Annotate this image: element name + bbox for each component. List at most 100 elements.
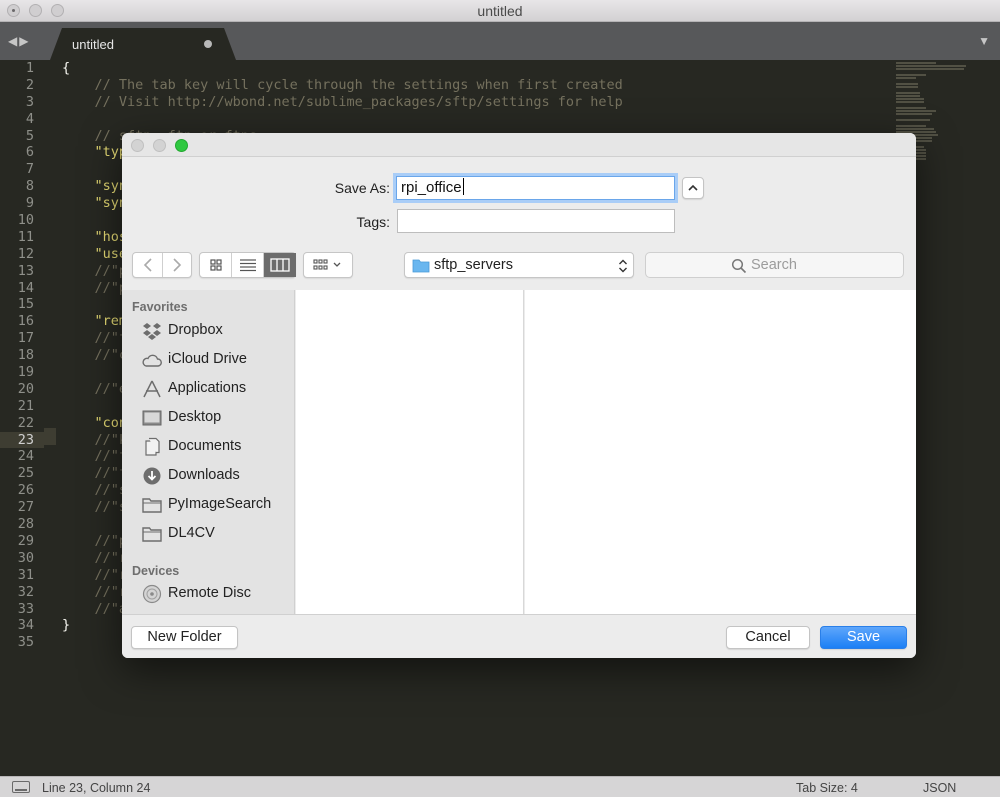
- sidebar-item-dl4cv[interactable]: DL4CV: [122, 520, 295, 548]
- back-forward-control: [132, 252, 192, 278]
- tags-input[interactable]: [397, 209, 675, 233]
- search-field[interactable]: Search: [645, 252, 904, 278]
- line-number: 6: [25, 144, 34, 161]
- sidebar-item-label: PyImageSearch: [168, 496, 272, 512]
- panel-toggle-icon[interactable]: [12, 781, 30, 793]
- new-folder-button[interactable]: New Folder: [131, 626, 238, 649]
- tab-dropdown-icon[interactable]: ▼: [978, 34, 990, 48]
- line-number: 25: [17, 465, 34, 482]
- active-line-highlight: [44, 428, 56, 445]
- status-bar: Line 23, Column 24 Tab Size: 4 JSON: [0, 776, 1000, 797]
- dialog-close-button: [131, 139, 144, 152]
- tab-untitled[interactable]: untitled: [50, 28, 236, 60]
- cloud-icon: [142, 354, 162, 367]
- save-button[interactable]: Save: [820, 626, 907, 649]
- cancel-button[interactable]: Cancel: [726, 626, 810, 649]
- window-titlebar: untitled: [0, 0, 1000, 22]
- back-button[interactable]: [133, 253, 163, 277]
- line-number: 27: [17, 499, 34, 516]
- group-by-button[interactable]: [303, 252, 353, 278]
- save-dialog: Save As: rpi_office Tags: sftp_servers S…: [122, 133, 916, 658]
- tab-size-indicator[interactable]: Tab Size: 4: [796, 781, 858, 795]
- line-number: 34: [17, 617, 34, 634]
- line-number: 8: [25, 178, 34, 195]
- search-icon: [731, 258, 747, 274]
- minimap-line: [896, 77, 916, 79]
- tab-bar: ◀▶ untitled ▼: [0, 22, 1000, 60]
- desktop-icon: [142, 410, 162, 426]
- minimap-line: [896, 125, 926, 127]
- download-icon: [143, 467, 161, 485]
- list-icon: [240, 259, 256, 272]
- line-number: 4: [25, 110, 34, 127]
- line-number: 7: [25, 161, 34, 178]
- sidebar-item-downloads[interactable]: Downloads: [122, 462, 295, 490]
- dialog-titlebar: [122, 133, 916, 157]
- line-number: 3: [25, 93, 34, 110]
- expand-dialog-button[interactable]: [682, 177, 704, 199]
- minimap-line: [896, 113, 932, 115]
- grid-icon: [210, 259, 222, 271]
- minimap-line: [896, 83, 918, 85]
- line-number: 29: [17, 532, 34, 549]
- folder-icon: [412, 259, 430, 273]
- sidebar-item-dropbox[interactable]: Dropbox: [122, 317, 295, 345]
- search-placeholder: Search: [751, 257, 797, 273]
- sidebar-item-icloud-drive[interactable]: iCloud Drive: [122, 346, 295, 374]
- dialog-zoom-button[interactable]: [175, 139, 188, 152]
- devices-header: Devices: [132, 564, 180, 578]
- minimap-line: [896, 74, 926, 76]
- sidebar-item-label: Dropbox: [168, 322, 223, 338]
- view-mode-control: [199, 252, 296, 278]
- list-view-button[interactable]: [232, 253, 264, 277]
- line-number: 16: [17, 313, 34, 330]
- minimap-line: [896, 92, 920, 94]
- minimap-line: [896, 107, 926, 109]
- documents-icon: [145, 437, 160, 456]
- tab-nav-arrows-icon[interactable]: ◀▶: [8, 34, 30, 48]
- syntax-indicator[interactable]: JSON: [923, 781, 956, 795]
- sidebar-item-remote-disc[interactable]: Remote Disc: [122, 580, 295, 608]
- tab-label: untitled: [72, 37, 114, 52]
- cursor-position: Line 23, Column 24: [42, 781, 151, 795]
- code-line: // Visit http://wbond.net/sublime_packag…: [62, 93, 623, 110]
- line-number: 33: [17, 600, 34, 617]
- sidebar-item-documents[interactable]: Documents: [122, 433, 295, 461]
- column-pane-1[interactable]: [296, 290, 524, 614]
- code-line: // The tab key will cycle through the se…: [62, 76, 623, 93]
- column-view-button[interactable]: [264, 253, 296, 277]
- sidebar-item-label: iCloud Drive: [168, 351, 247, 367]
- unsaved-dot-icon[interactable]: [204, 40, 212, 48]
- line-number: 19: [17, 364, 34, 381]
- icon-view-button[interactable]: [200, 253, 232, 277]
- up-down-chevron-icon: [619, 259, 627, 273]
- line-number-gutter: 1 2 3 4 5 6 7 8 9 10 11 12 13 14 15 16 17 18 19 20 21 22 23 24 2…: [0, 60, 44, 651]
- sidebar-item-desktop[interactable]: Desktop: [122, 404, 295, 432]
- applications-icon: [143, 380, 161, 398]
- minimap-line: [896, 98, 924, 100]
- column-pane-2[interactable]: [525, 290, 916, 614]
- save-as-label: Save As:: [334, 180, 390, 196]
- location-selector[interactable]: sftp_servers: [404, 252, 634, 278]
- minimap-line: [896, 128, 934, 130]
- dialog-bottom-bar: New Folder Cancel Save: [122, 614, 916, 658]
- line-number: 30: [17, 549, 34, 566]
- sidebar-item-pyimagesearch[interactable]: PyImageSearch: [122, 491, 295, 519]
- save-as-input[interactable]: rpi_office: [396, 176, 675, 200]
- folder-icon: [142, 527, 162, 542]
- minimap-line: [896, 65, 966, 67]
- sidebar-item-label: Documents: [168, 438, 242, 454]
- folder-icon: [142, 498, 162, 513]
- sidebar-item-applications[interactable]: Applications: [122, 375, 295, 403]
- sidebar-item-label: Applications: [168, 380, 247, 396]
- sidebar-item-label: DL4CV: [168, 525, 215, 541]
- sidebar-item-label: Remote Disc: [168, 585, 251, 601]
- line-number: 5: [25, 127, 34, 144]
- location-name: sftp_servers: [434, 257, 513, 273]
- dialog-minimize-button: [153, 139, 166, 152]
- forward-button[interactable]: [163, 253, 192, 277]
- window-title: untitled: [477, 3, 523, 19]
- minimap-line: [896, 110, 936, 112]
- sidebar-item-label: Desktop: [168, 409, 222, 425]
